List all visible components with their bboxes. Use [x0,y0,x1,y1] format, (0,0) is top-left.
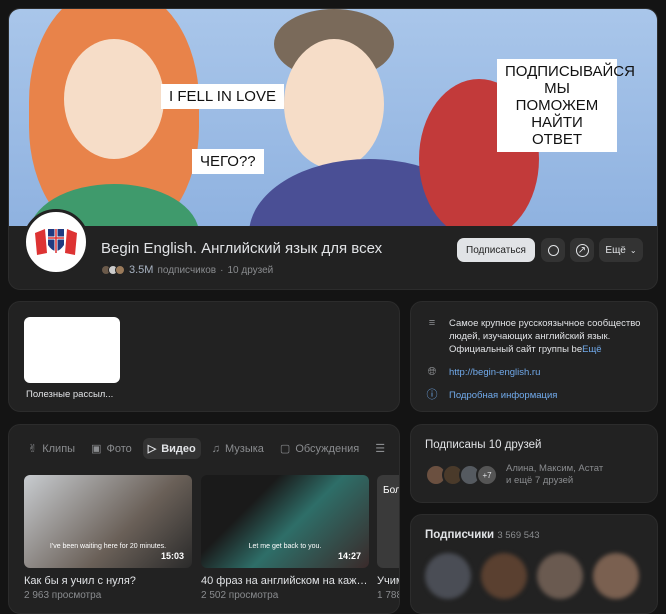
group-avatar[interactable] [23,209,89,275]
video-title[interactable]: 40 фраз на английском на каждый день [201,575,369,587]
video-title[interactable]: Учим [377,575,399,587]
video-duration: 14:27 [337,551,361,561]
share-arrow-icon: ↗ [575,243,589,257]
video-title[interactable]: Как бы я учил с нуля? [24,575,192,587]
group-meta: 3.5M подписчиков · 10 друзей [101,264,273,276]
discussion-icon: ▢ [279,443,291,455]
video-item[interactable]: Let me get back to you. 14:27 40 фраз на … [201,475,369,601]
subscriber-label: подписчиков [157,264,217,276]
subscriber-avatar[interactable] [537,553,583,599]
tab-photo[interactable]: ▣ Фото [86,438,137,459]
tab-more[interactable]: ☰ [370,438,390,459]
music-icon: ♫ [211,442,220,455]
separator: · [220,264,224,276]
video-views: 2 963 просмотра [24,590,102,601]
content-tabs: ✌︎ Клипы ▣ Фото ▷ Видео ♫ Музыка ▢ Обсуждения… [9,425,399,459]
friends-count[interactable]: 10 друзей [227,265,273,276]
group-title: Begin English. Английский язык для всех [101,240,383,257]
cover-banner: I FELL IN LOVE ЧЕГО?? ПОДПИСЫВАЙСЯ МЫ ПО… [9,9,657,226]
clips-icon: ✌︎ [28,443,38,455]
description-more-link[interactable]: Ещё [582,344,601,355]
subscribe-button[interactable]: Подписаться [457,238,535,262]
subscriber-avatar[interactable] [425,553,471,599]
subscriber-avatar[interactable] [481,553,527,599]
menu-lines-icon: ≡ [428,317,436,329]
friends-avatars [101,265,125,275]
tab-music[interactable]: ♫ Музыка [207,438,269,459]
video-caption: Бол [383,485,400,496]
friends-title: Подписаны 10 друзей [425,439,542,451]
subscriber-avatar[interactable] [593,553,639,599]
newsletter-card: Полезные рассыл... [8,301,400,412]
friends-card[interactable]: Подписаны 10 друзей +7 Алина, Максим, Ас… [410,424,658,503]
message-icon [547,244,559,256]
lions-crest-icon [35,229,77,255]
globe-icon: 🌐︎ [427,366,437,378]
share-button[interactable]: ↗ [570,238,594,262]
video-duration: 15:03 [160,551,184,561]
chevron-down-icon: ⌄ [629,245,637,255]
video-caption: I've been waiting here for 20 minutes. [49,543,167,550]
video-views: 2 502 просмотра [201,590,279,601]
info-icon: ⓘ [426,389,438,401]
more-button[interactable]: Ещё ⌄ [599,238,643,262]
more-friends-badge[interactable]: +7 [476,464,498,486]
list-icon: ☰ [375,443,386,455]
speech-bubble: I FELL IN LOVE [161,84,284,109]
website-link[interactable]: http://begin-english.ru [449,366,540,379]
video-thumbnail[interactable]: I've been waiting here for 20 minutes. 15… [24,475,192,568]
newsletter-image[interactable] [24,317,120,383]
video-thumbnail[interactable]: Let me get back to you. 14:27 [201,475,369,568]
video-caption: Let me get back to you. [248,543,322,550]
subscribers-title: Подписчики [425,529,495,541]
subscribers-card[interactable]: Подписчики 3 569 543 [410,514,658,614]
group-header: I FELL IN LOVE ЧЕГО?? ПОДПИСЫВАЙСЯ МЫ ПО… [8,8,658,290]
video-icon: ▷ [147,443,157,455]
tab-clips[interactable]: ✌︎ Клипы [23,438,80,459]
video-views: 1 788 [377,590,400,601]
video-thumbnail[interactable]: Бол [377,475,400,568]
description: Самое крупное русскоязычное сообщество л… [449,318,641,355]
friends-names: Алина, Максим, Астат и ещё 7 друзей [506,463,604,486]
speech-bubble: ЧЕГО?? [192,149,264,174]
video-item[interactable]: I've been waiting here for 20 minutes. 15… [24,475,192,601]
boy-face [284,39,384,169]
message-button[interactable] [541,238,565,262]
more-label: Ещё [605,244,626,256]
about-card: ≡ Самое крупное русскоязычное сообщество … [410,301,658,412]
details-link[interactable]: Подробная информация [449,389,557,402]
tab-discussions[interactable]: ▢ Обсуждения [275,438,364,459]
girl-face [64,39,164,159]
content-card: ✌︎ Клипы ▣ Фото ▷ Видео ♫ Музыка ▢ Обсуждения… [8,424,400,614]
newsletter-label[interactable]: Полезные рассыл... [26,389,113,400]
subscriber-count[interactable]: 3.5M [129,264,153,276]
tab-video[interactable]: ▷ Видео [142,438,201,459]
speech-bubble: ПОДПИСЫВАЙСЯ МЫ ПОМОЖЕМ НАЙТИ ОТВЕТ [497,59,635,152]
photo-icon: ▣ [91,443,102,455]
video-item[interactable]: Бол Учим 1 788 [377,475,400,601]
subscribers-count: 3 569 543 [497,530,540,541]
